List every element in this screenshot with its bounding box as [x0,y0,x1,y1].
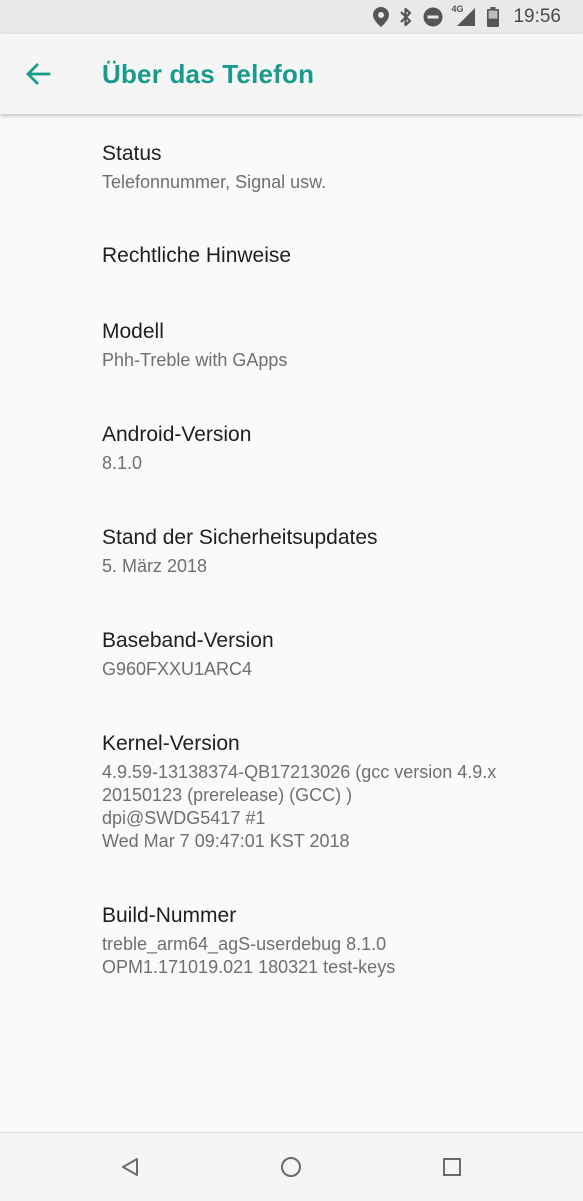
item-summary: 5. März 2018 [102,556,208,576]
location-icon [373,7,390,27]
nav-back-button[interactable] [110,1147,150,1187]
item-summary: G960FXXU1ARC4 [102,659,253,679]
item-title: Build-Nummer [102,904,237,927]
app-bar: Über das Telefon [0,34,583,114]
battery-icon [487,7,500,27]
item-summary: Phh-Treble with GApps [102,350,288,370]
bluetooth-icon [399,7,413,27]
back-triangle-icon [122,1158,138,1176]
list-item-build-number[interactable]: Build-Nummer treble_arm64_agS-userdebug … [102,902,553,979]
navigation-bar [0,1132,583,1201]
item-title: Android-Version [102,423,252,446]
item-summary: treble_arm64_agS-userdebug 8.1.0 OPM1.17… [102,934,396,977]
nav-home-button[interactable] [271,1147,311,1187]
list-item-android-version[interactable]: Android-Version 8.1.0 [102,421,553,475]
item-title: Rechtliche Hinweise [102,244,292,267]
page-title: Über das Telefon [102,59,315,89]
clock: 19:56 [513,6,561,27]
item-summary: 4.9.59-13138374-QB17213026 (gcc version … [102,762,497,851]
item-title: Modell [102,320,164,343]
list-item-status[interactable]: Status Telefonnummer, Signal usw. [102,140,553,194]
item-summary: 8.1.0 [102,453,143,473]
list-item-security-patch[interactable]: Stand der Sicherheitsupdates 5. März 201… [102,524,553,578]
back-button[interactable] [14,50,62,98]
list-item-legal[interactable]: Rechtliche Hinweise [102,242,553,270]
list-item-model[interactable]: Modell Phh-Treble with GApps [102,318,553,372]
signal-icon: 4G [451,4,477,27]
item-title: Baseband-Version [102,629,274,652]
list-item-baseband[interactable]: Baseband-Version G960FXXU1ARC4 [102,627,553,681]
item-summary: Telefonnummer, Signal usw. [102,172,327,192]
arrow-back-icon [26,63,51,85]
nav-recents-button[interactable] [432,1147,472,1187]
list-item-kernel[interactable]: Kernel-Version 4.9.59-13138374-QB1721302… [102,730,553,853]
item-title: Status [102,142,162,165]
item-title: Stand der Sicherheitsupdates [102,526,378,549]
network-type-label: 4G [451,4,464,14]
home-circle-icon [281,1157,301,1177]
do-not-disturb-icon [423,7,443,27]
item-title: Kernel-Version [102,732,240,755]
recents-square-icon [443,1158,461,1176]
status-bar: 4G 19:56 [0,0,583,34]
